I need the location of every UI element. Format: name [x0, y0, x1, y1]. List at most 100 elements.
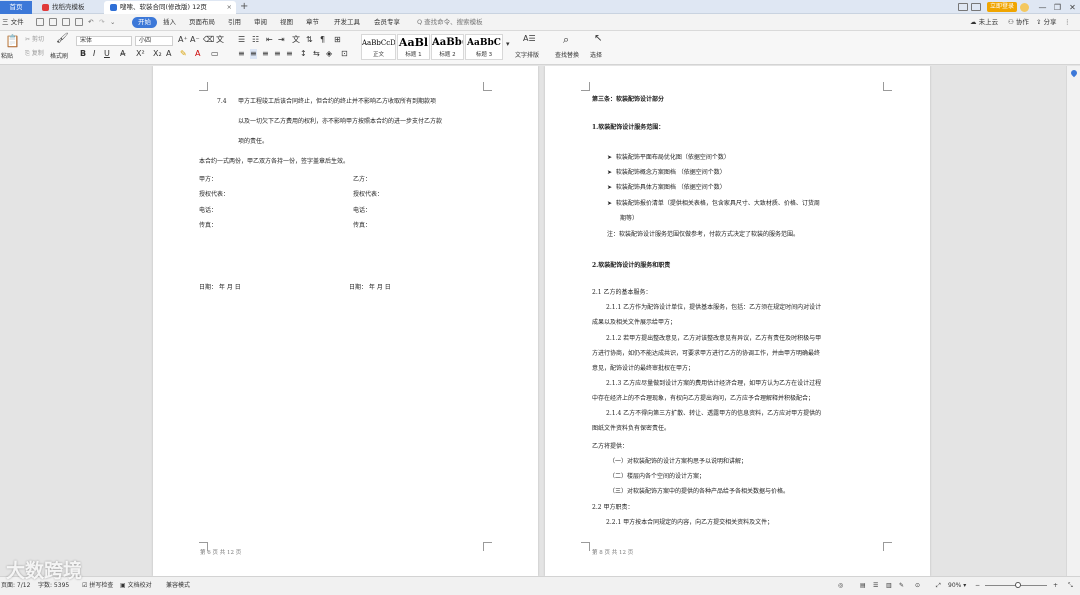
menu-view[interactable]: 视图: [280, 17, 293, 28]
style-normal[interactable]: AaBbCcDd 正文: [361, 34, 396, 60]
tab-close-icon[interactable]: ×: [227, 1, 232, 13]
menu-page-layout[interactable]: 页面布局: [189, 17, 215, 28]
undo-icon[interactable]: ↶: [88, 17, 93, 28]
command-search[interactable]: Q 查找命令、搜索模板: [417, 17, 483, 28]
eye-protect-icon[interactable]: ◎: [838, 581, 843, 591]
shrink-font-icon[interactable]: A⁻: [190, 35, 200, 45]
menu-references[interactable]: 引用: [228, 17, 241, 28]
chevron-down-icon[interactable]: ⌄: [110, 17, 115, 28]
tab-document[interactable]: 嗖嗦、软装合同(修改版) 12页 ×: [104, 1, 236, 14]
spell-check[interactable]: ☑ 拼写检查: [82, 581, 113, 591]
subscript-icon[interactable]: X₂: [153, 49, 162, 59]
paste-button[interactable]: 粘贴: [1, 52, 13, 61]
find-replace-button[interactable]: 查找替换: [555, 51, 579, 60]
style-heading-1[interactable]: AaBl 标题 1: [397, 34, 430, 60]
print-icon[interactable]: [62, 18, 70, 26]
clear-format-icon[interactable]: ⌫: [203, 35, 214, 45]
redo-icon[interactable]: ↷: [99, 17, 104, 28]
select-button[interactable]: 选择: [590, 51, 602, 60]
document-workspace[interactable]: 7.4 甲方工程竣工后该合同终止，但合约的终止并不影响乙方收取所有到期款项 以及…: [0, 66, 1066, 576]
page-8[interactable]: 第三条：软装配饰设计部分 1.软装配饰设计服务范围： ➤ 软装配饰平面布局优化图…: [545, 66, 930, 576]
shading-icon[interactable]: ◈: [326, 49, 332, 59]
highlight-icon[interactable]: ✎: [180, 49, 187, 59]
minimize-button[interactable]: —: [1035, 3, 1050, 12]
distribute-icon[interactable]: ≡: [286, 49, 293, 59]
text-layout-icon[interactable]: A☰: [523, 34, 536, 44]
expand-icon[interactable]: ⤡: [1068, 581, 1073, 591]
tab-home[interactable]: 首页: [0, 1, 32, 14]
border-icon[interactable]: ⊡: [341, 49, 348, 59]
numbered-list-icon[interactable]: ☷: [252, 35, 259, 45]
print-preview-icon[interactable]: [75, 18, 83, 26]
bullet-list-icon[interactable]: ☰: [238, 35, 245, 45]
tab-find-template[interactable]: 找稻壳模板: [36, 1, 100, 14]
table-icon[interactable]: ⊞: [334, 35, 341, 45]
align-center-icon[interactable]: ≡: [250, 49, 257, 59]
format-painter-icon[interactable]: 🖌: [56, 34, 69, 44]
menu-developer[interactable]: 开发工具: [334, 17, 360, 28]
show-marks-icon[interactable]: ¶: [320, 35, 325, 45]
italic-icon[interactable]: I: [93, 49, 95, 59]
align-left-icon[interactable]: ≡: [238, 49, 245, 59]
proofread[interactable]: ▣ 文档校对: [120, 581, 152, 591]
page-6[interactable]: 7.4 甲方工程竣工后该合同终止，但合约的终止并不影响乙方收取所有到期款项 以及…: [153, 66, 538, 576]
menu-insert[interactable]: 插入: [163, 17, 176, 28]
new-tab-button[interactable]: +: [240, 1, 248, 12]
style-heading-2[interactable]: AaBb( 标题 2: [431, 34, 464, 60]
bold-icon[interactable]: B: [80, 49, 86, 59]
fit-page-icon[interactable]: ⤢: [936, 581, 941, 591]
para-settings-icon[interactable]: ⇆: [313, 49, 320, 59]
share-button[interactable]: ⇪ 分享: [1036, 17, 1057, 28]
font-name-select[interactable]: 宋体: [76, 36, 132, 46]
zoom-in-button[interactable]: +: [1053, 581, 1058, 591]
text-effect-icon[interactable]: A: [166, 49, 171, 59]
zoom-level[interactable]: 90% ▾: [948, 581, 966, 591]
menu-start[interactable]: 开始: [132, 17, 157, 28]
format-painter-button[interactable]: 格式刷: [50, 52, 68, 61]
menu-review[interactable]: 审阅: [254, 17, 267, 28]
cloud-status[interactable]: ☁ 未上云: [970, 17, 998, 28]
chinese-layout-icon[interactable]: 文: [292, 35, 300, 45]
indent-icon[interactable]: ⇥: [278, 35, 285, 45]
window-icon[interactable]: [970, 3, 981, 11]
cut-button[interactable]: ✂ 剪切: [25, 35, 44, 44]
menu-member[interactable]: 会员专享: [374, 17, 400, 28]
strikethrough-icon[interactable]: A̶: [120, 49, 125, 59]
zoom-slider-handle[interactable]: [1015, 582, 1021, 588]
select-cursor-icon[interactable]: ↖: [594, 34, 602, 44]
file-menu[interactable]: 三 文件: [2, 17, 24, 28]
zoom-out-button[interactable]: −: [975, 581, 980, 591]
copy-button[interactable]: ⎘ 复制: [25, 49, 44, 58]
grow-font-icon[interactable]: A⁺: [178, 35, 188, 45]
login-button[interactable]: 立即登录: [986, 2, 1017, 12]
superscript-icon[interactable]: X²: [136, 49, 145, 59]
align-right-icon[interactable]: ≡: [262, 49, 269, 59]
style-heading-3[interactable]: AaBbC 标题 3: [465, 34, 503, 60]
web-view-icon[interactable]: ▥: [886, 581, 892, 591]
save-icon[interactable]: [36, 18, 44, 26]
sort-icon[interactable]: ⇅: [306, 35, 313, 45]
paste-icon[interactable]: 📋: [5, 34, 20, 48]
collab-button[interactable]: ⚇ 协作: [1008, 17, 1029, 28]
line-spacing-icon[interactable]: ↕: [300, 49, 307, 59]
find-replace-icon[interactable]: ⌕: [563, 33, 569, 47]
export-pdf-icon[interactable]: [49, 18, 57, 26]
avatar[interactable]: [1020, 2, 1029, 12]
styles-more-icon[interactable]: ▾: [506, 39, 510, 49]
write-mode-icon[interactable]: ✎: [899, 581, 904, 591]
outline-view-icon[interactable]: ☰: [873, 581, 878, 591]
phonetic-icon[interactable]: 文: [216, 35, 224, 45]
text-layout-button[interactable]: 文字排版: [515, 51, 539, 60]
underline-icon[interactable]: U: [104, 49, 110, 59]
font-size-select[interactable]: 小四: [135, 36, 173, 46]
more-icon[interactable]: ⋮: [1064, 17, 1071, 28]
read-mode-icon[interactable]: ⊙: [915, 581, 920, 591]
justify-icon[interactable]: ≡: [274, 49, 281, 59]
layout-icon[interactable]: [957, 3, 968, 11]
page-view-icon[interactable]: ▤: [860, 581, 866, 591]
outdent-icon[interactable]: ⇤: [266, 35, 273, 45]
char-border-icon[interactable]: ▭: [211, 49, 219, 59]
location-pin-icon[interactable]: [1069, 68, 1079, 78]
close-button[interactable]: ✕: [1065, 3, 1080, 12]
menu-chapter[interactable]: 章节: [306, 17, 319, 28]
